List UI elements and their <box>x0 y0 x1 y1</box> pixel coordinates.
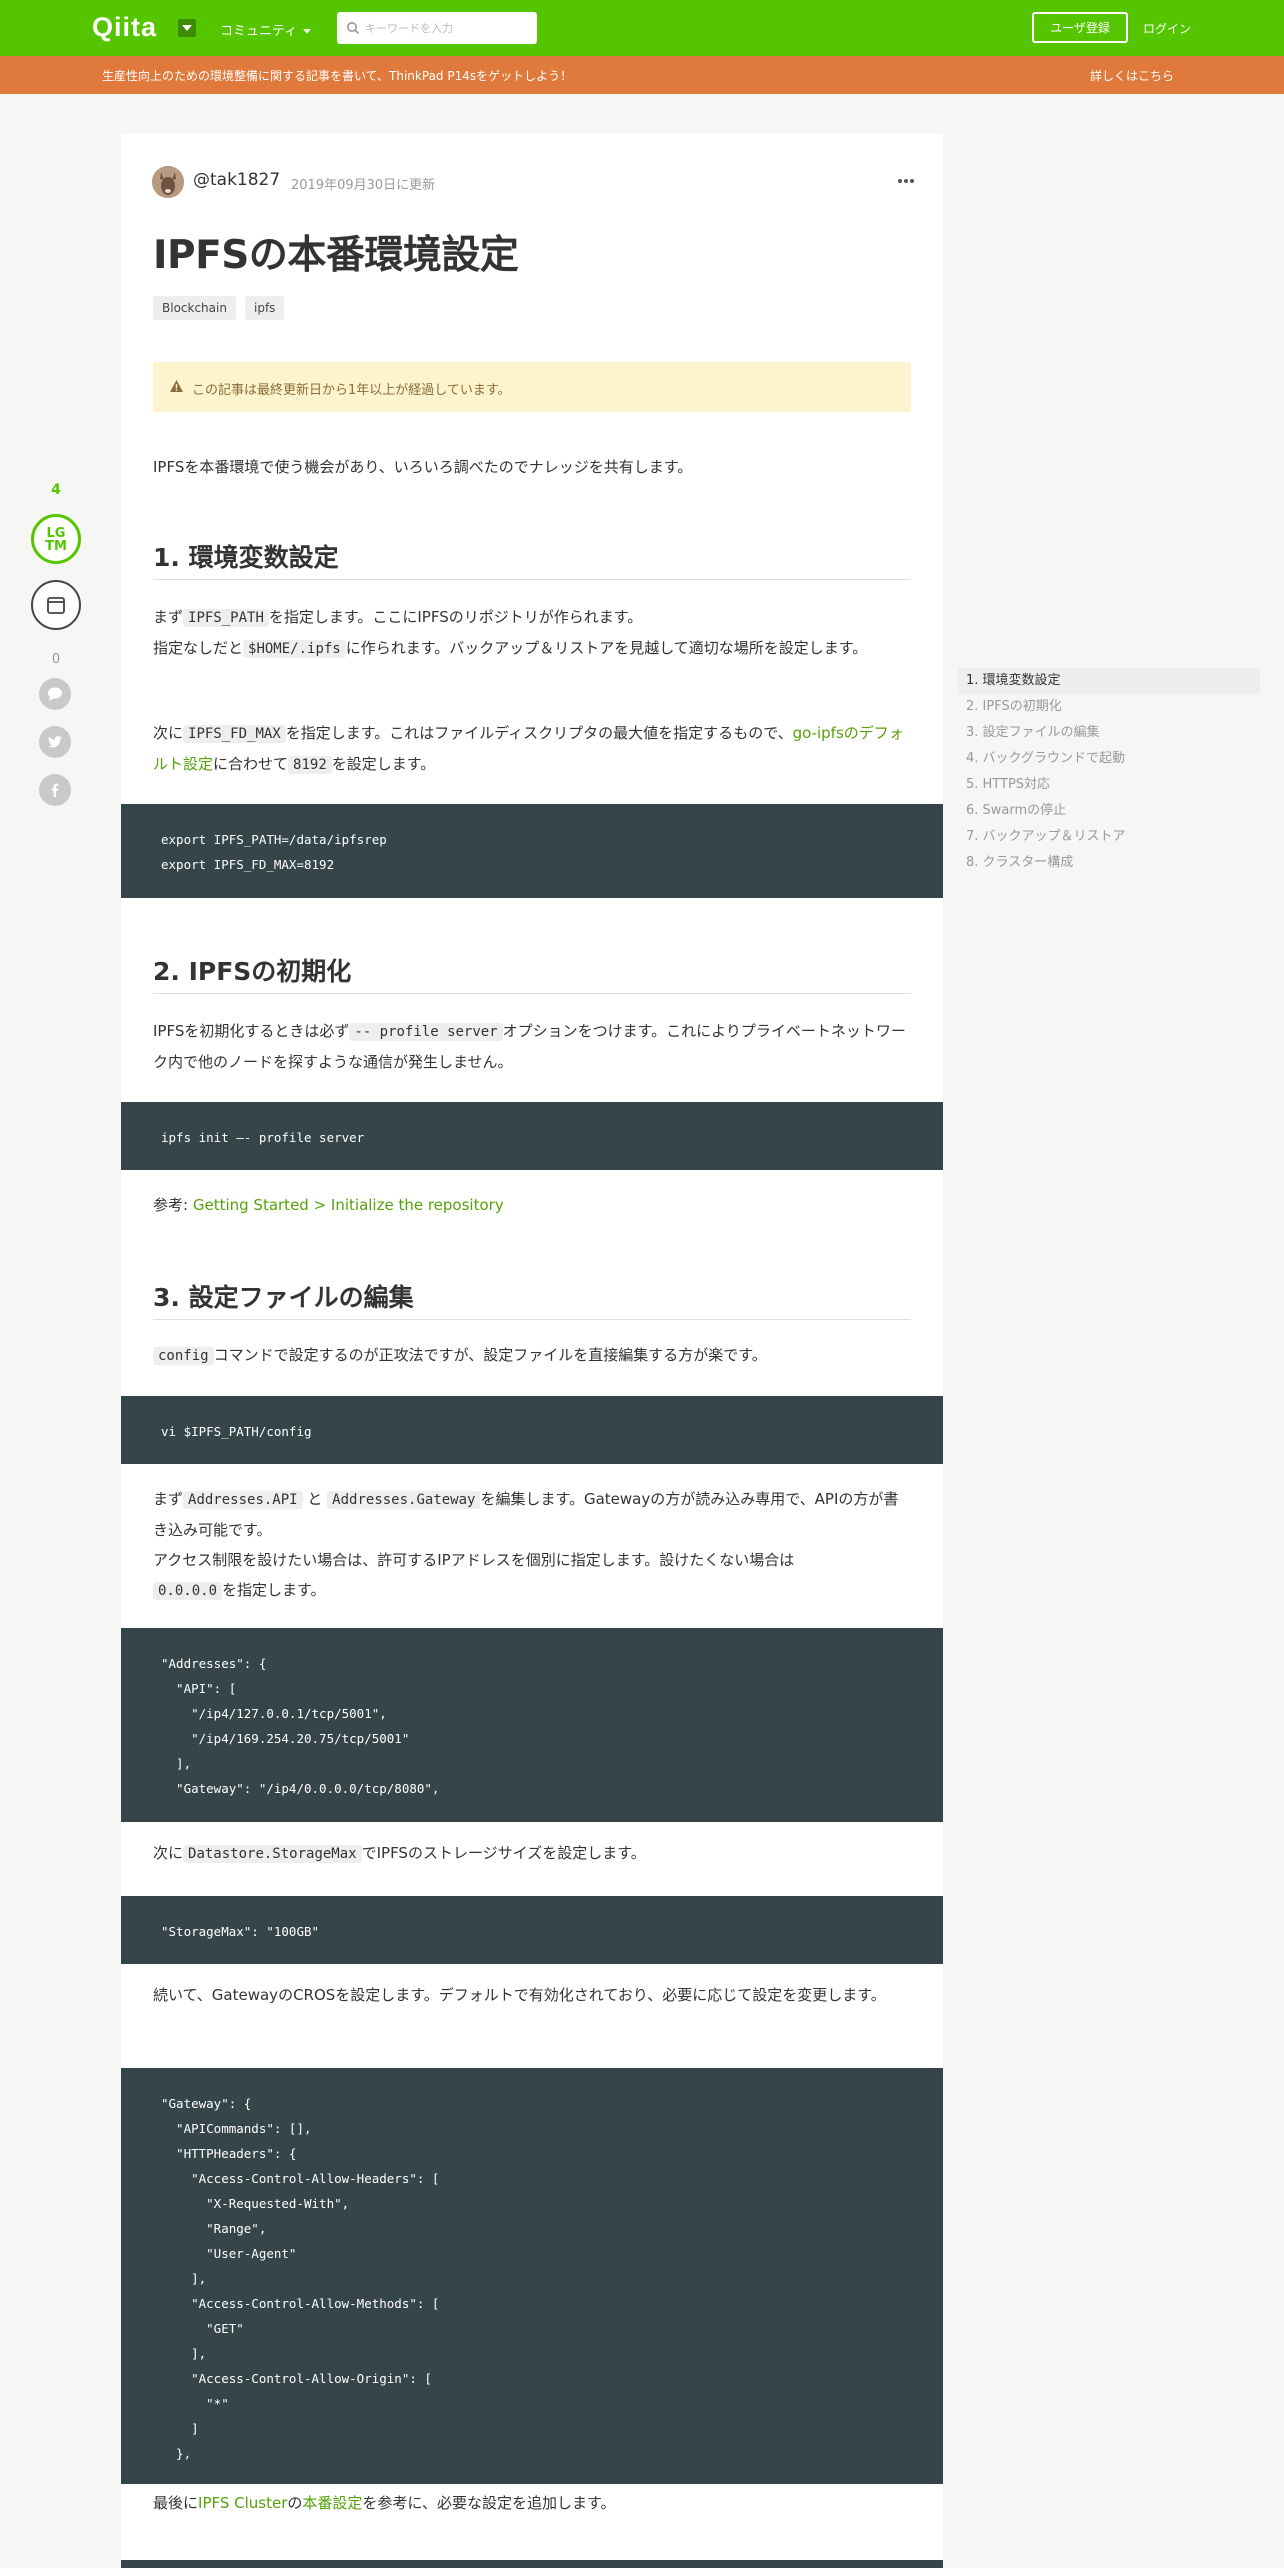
banner-details-link[interactable]: 詳しくはこちら <box>1090 67 1174 84</box>
toc-item-init[interactable]: 2. IPFSの初期化 <box>958 694 1260 720</box>
article-title: IPFSの本番環境設定 <box>153 233 519 278</box>
logo-dropdown-icon[interactable] <box>178 19 196 37</box>
lgtm-label-bottom: TM <box>45 539 67 554</box>
code-addresses-gateway: Addresses.Gateway <box>327 1491 481 1509</box>
twitter-share-button[interactable] <box>39 726 71 758</box>
paragraph-cluster: 最後にIPFS Clusterの本番設定を参考に、必要な設定を追加します。 <box>153 2494 616 2512</box>
toc-item-cluster[interactable]: 8. クラスター構成 <box>958 850 1260 876</box>
intro-paragraph: IPFSを本番環境で使う機会があり、いろいろ調べたのでナレッジを共有します。 <box>153 458 693 476</box>
code-home-ipfs: $HOME/.ipfs <box>243 640 346 658</box>
code-block-vi: vi $IPFS_PATH/config <box>121 1396 943 1464</box>
stock-folder-icon <box>47 597 65 614</box>
toc-item-config[interactable]: 3. 設定ファイルの編集 <box>958 720 1260 746</box>
code-0000: 0.0.0.0 <box>153 1582 223 1600</box>
paragraph-ipfs-path: まず IPFS_PATH を指定します。ここにIPFSのリポジトリが作られます。 指定… <box>153 608 868 658</box>
banner-text[interactable]: 生産性向上のための環境整備に関する記事を書いて、ThinkPad P14sをゲッ… <box>102 67 572 84</box>
toc-item-background[interactable]: 4. バックグラウンドで起動 <box>958 746 1260 772</box>
link-production-config[interactable]: 本番設定 <box>302 2494 362 2512</box>
toc-item-backup[interactable]: 7. バックアップ＆リストア <box>958 824 1260 850</box>
facebook-icon <box>51 783 59 797</box>
code-block-addresses: "Addresses": { "API": [ "/ip4/127.0.0.1/… <box>121 1628 943 1822</box>
code-block-next <box>121 2560 943 2568</box>
code-8192: 8192 <box>288 756 332 774</box>
paragraph-config: config コマンドで設定するのが正攻法ですが、設定ファイルを直接編集する方が楽… <box>153 1340 911 1371</box>
paragraph-reference: 参考: Getting Started > Initialize the rep… <box>153 1196 504 1214</box>
qiita-logo[interactable]: Qiita <box>92 12 157 43</box>
code-profile-server: -- profile server <box>349 1023 503 1041</box>
heading-ipfs-init: 2. IPFSの初期化 <box>153 952 911 994</box>
lgtm-button[interactable]: LG TM <box>31 514 81 564</box>
facebook-share-button[interactable] <box>39 774 71 806</box>
code-ipfs-path: IPFS_PATH <box>183 609 269 627</box>
toc-item-env-vars[interactable]: 1. 環境変数設定 <box>958 668 1260 694</box>
lgtm-count: 4 <box>51 482 61 498</box>
paragraph-storage-max: 次に Datastore.StorageMax でIPFSのストレージサイズを設定し… <box>153 1844 646 1863</box>
paragraph-fd-max: 次に IPFS_FD_MAX を指定します。これはファイルディスクリプタの最大値を指… <box>153 724 904 774</box>
comment-icon <box>48 687 62 701</box>
search-box[interactable] <box>337 12 537 44</box>
twitter-icon <box>48 736 62 748</box>
table-of-contents: 1. 環境変数設定 2. IPFSの初期化 3. 設定ファイルの編集 4. バッ… <box>958 668 1260 876</box>
more-options-icon[interactable] <box>896 178 916 184</box>
author-avatar[interactable] <box>152 166 184 198</box>
comment-button[interactable] <box>39 678 71 710</box>
signup-button[interactable]: ユーザ登録 <box>1032 12 1128 43</box>
paragraph-addresses: まず Addresses.API と Addresses.Gateway を編集しま… <box>153 1490 899 1600</box>
community-label: コミュニティ <box>220 24 298 39</box>
tag-ipfs[interactable]: ipfs <box>245 296 285 320</box>
outdated-notice: この記事は最終更新日から1年以上が経過しています。 <box>153 362 911 412</box>
promo-banner: 生産性向上のための環境整備に関する記事を書いて、ThinkPad P14sをゲッ… <box>0 56 1284 94</box>
article-card: @tak1827 2019年09月30日に更新 IPFSの本番環境設定 Bloc… <box>121 134 943 2568</box>
author-name[interactable]: @tak1827 <box>193 170 280 190</box>
comment-count: 0 <box>51 652 61 667</box>
paragraph-init: IPFSを初期化するときは必ず -- profile server オプションをつけ… <box>153 1022 906 1071</box>
code-block-env-vars: export IPFS_PATH=/data/ipfsrep export IP… <box>121 804 943 898</box>
link-getting-started[interactable]: Getting Started > Initialize the reposit… <box>193 1196 504 1214</box>
heading-config-edit: 3. 設定ファイルの編集 <box>153 1278 911 1320</box>
community-menu[interactable]: コミュニティ <box>220 20 312 39</box>
code-block-storage: "StorageMax": "100GB" <box>121 1896 943 1964</box>
code-ipfs-fd-max: IPFS_FD_MAX <box>183 725 286 743</box>
avatar-image <box>152 166 184 198</box>
notice-text: この記事は最終更新日から1年以上が経過しています。 <box>192 383 511 398</box>
login-link[interactable]: ログイン <box>1143 20 1191 37</box>
toc-item-https[interactable]: 5. HTTPS対応 <box>958 772 1260 798</box>
tag-blockchain[interactable]: Blockchain <box>153 296 236 320</box>
code-storage-max: Datastore.StorageMax <box>183 1845 362 1863</box>
chevron-down-icon <box>303 29 312 34</box>
stock-button[interactable] <box>31 580 81 630</box>
link-ipfs-cluster[interactable]: IPFS Cluster <box>198 2494 287 2512</box>
code-block-init: ipfs init —- profile server <box>121 1102 943 1170</box>
search-input[interactable] <box>365 17 530 39</box>
code-config: config <box>153 1347 214 1365</box>
warning-icon <box>170 380 183 392</box>
top-navbar: Qiita コミュニティ ユーザ登録 ログイン <box>0 0 1284 56</box>
code-block-gateway: "Gateway": { "APICommands": [], "HTTPHea… <box>121 2068 943 2484</box>
code-addresses-api: Addresses.API <box>183 1491 303 1509</box>
updated-date: 2019年09月30日に更新 <box>291 178 436 193</box>
paragraph-gateway-cors: 続いて、GatewayのCROSを設定します。デフォルトで有効化されており、必要… <box>153 1986 886 2004</box>
toc-item-swarm[interactable]: 6. Swarmの停止 <box>958 798 1260 824</box>
heading-env-vars: 1. 環境変数設定 <box>153 538 911 580</box>
search-icon <box>347 22 360 35</box>
